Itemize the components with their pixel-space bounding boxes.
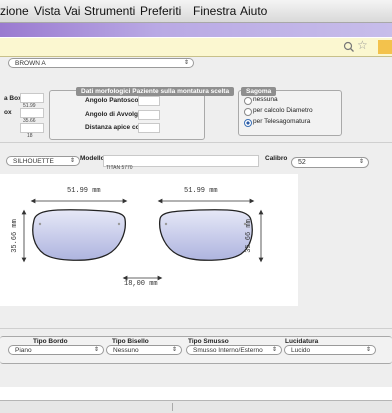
bridge-width-label: 18,00 mm	[124, 280, 158, 288]
search-icon[interactable]	[343, 41, 355, 53]
right-lens-width-label: 51.99 mm	[184, 187, 218, 195]
left-lens-height-label: 35.66 mm	[10, 219, 19, 253]
bridge-field[interactable]: 18	[20, 123, 44, 139]
menu-item-azione[interactable]: zione	[0, 4, 29, 18]
toolbar-accent	[0, 23, 392, 37]
menu-item-preferiti[interactable]: Preferiti	[140, 4, 181, 18]
lens-diagram-panel: 51.99 mm 51.99 mm 35.66 mm 35.66 mm 18,0…	[0, 174, 298, 306]
menu-item-strumenti[interactable]: Strumenti	[84, 4, 135, 18]
address-bar[interactable]: ☆	[0, 38, 392, 57]
tipo-bordo-label: Tipo Bordo	[33, 338, 68, 345]
box-height-label: ox	[4, 109, 12, 116]
frame-type-select[interactable]: SILHOUETTE ⇕	[6, 156, 80, 166]
lucidatura-select[interactable]: Lucido ⇕	[284, 345, 376, 355]
right-lens	[159, 209, 253, 261]
divider	[0, 142, 392, 143]
menu-item-aiuto[interactable]: Aiuto	[240, 4, 267, 18]
bookmark-star-icon[interactable]: ☆	[357, 38, 368, 52]
modello-field[interactable]: TITAN 5770	[103, 155, 259, 171]
menu-item-vai[interactable]: Vai	[64, 4, 80, 18]
sagoma-title: Sagoma	[241, 87, 277, 96]
menu-bar: zione Vista Vai Strumenti Preferiti Fine…	[0, 0, 392, 23]
tipo-smusso-label: Tipo Smusso	[188, 338, 229, 345]
calibro-select[interactable]: 52 ⇕	[291, 157, 369, 168]
angolo-avvolgimento-field[interactable]	[138, 110, 160, 120]
box-height-field[interactable]: 35.66	[20, 108, 44, 124]
radio-icon	[244, 108, 252, 116]
radio-icon	[244, 97, 252, 105]
calibro-label: Calibro	[265, 155, 288, 162]
menu-icon[interactable]	[378, 40, 392, 54]
tipo-bisello-select[interactable]: Nessuno ⇕	[106, 345, 182, 355]
menu-item-finestra[interactable]: Finestra	[193, 4, 236, 18]
status-bar	[0, 400, 392, 413]
montatura-title: Dati morfologici Paziente sulla montatur…	[76, 87, 235, 96]
lucidatura-label: Lucidatura	[285, 338, 319, 345]
left-lens-width-label: 51.99 mm	[67, 187, 101, 195]
tipo-bordo-select[interactable]: Piano ⇕	[8, 345, 104, 355]
menu-item-vista[interactable]: Vista	[34, 4, 60, 18]
box-width-field[interactable]: 51.99	[20, 93, 44, 109]
divider	[0, 328, 392, 329]
brand-select[interactable]: BROWN A ⇕	[8, 58, 194, 68]
right-lens-height-label: 35.66 mm	[244, 219, 253, 253]
angolo-pantoscopico-field[interactable]	[138, 96, 160, 106]
tipo-bisello-label: Tipo Bisello	[112, 338, 149, 345]
radio-selected-icon	[244, 119, 252, 127]
left-lens	[32, 209, 126, 261]
modello-label: Modello	[80, 155, 105, 162]
distanza-apice-field[interactable]	[138, 123, 160, 133]
tipo-smusso-select[interactable]: Smusso Interno/Esterno ⇕	[186, 345, 282, 355]
